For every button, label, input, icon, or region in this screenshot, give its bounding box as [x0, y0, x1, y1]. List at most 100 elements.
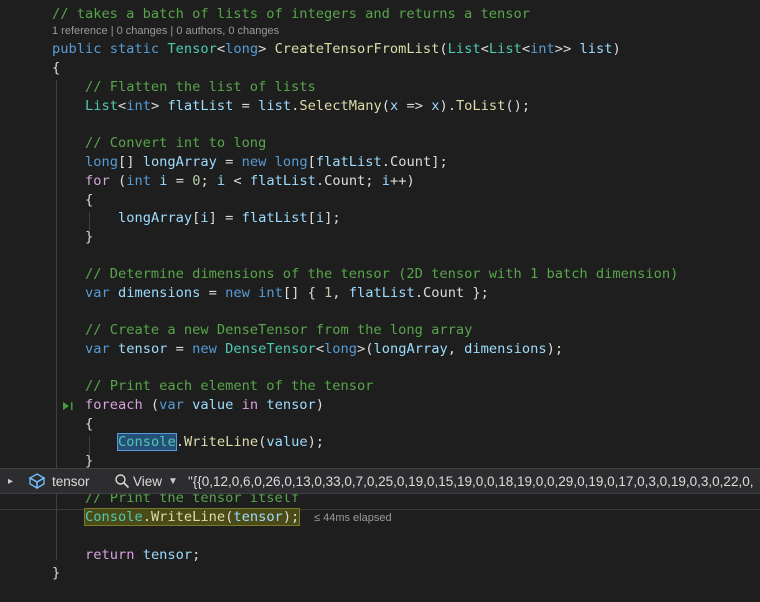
- punct: >(: [357, 341, 374, 357]
- punct: );: [307, 434, 325, 450]
- code-line: public static Tensor<long> CreateTensorF…: [0, 40, 760, 59]
- punct: .: [414, 285, 423, 301]
- punct: );: [546, 341, 564, 357]
- elapsed-time-hint: ≤ 44ms elapsed: [314, 512, 392, 524]
- punct: [: [307, 210, 316, 226]
- brace: }: [85, 453, 94, 469]
- comment: // Flatten the list of lists: [85, 79, 316, 95]
- variable: tensor: [142, 547, 193, 563]
- code-line: }: [0, 228, 760, 247]
- punct: .: [142, 509, 151, 525]
- comment: // Convert int to long: [85, 135, 267, 151]
- brace: {: [52, 60, 61, 76]
- keyword: long: [324, 341, 358, 357]
- chevron-right-icon[interactable]: ▸: [8, 476, 22, 487]
- punct: ] =: [208, 210, 242, 226]
- punct: .: [381, 154, 390, 170]
- punct: [: [307, 154, 316, 170]
- variable: tensor: [266, 397, 316, 413]
- code-editor[interactable]: // takes a batch of lists of integers an…: [0, 0, 760, 602]
- punct: ,: [332, 285, 349, 301]
- parameter: x: [389, 98, 399, 114]
- control-keyword: in: [241, 397, 259, 413]
- keyword: int: [126, 173, 151, 189]
- type: Tensor: [167, 41, 217, 57]
- keyword: int: [126, 98, 151, 114]
- code-line: // Print each element of the tensor: [0, 377, 760, 396]
- keyword: int: [258, 285, 283, 301]
- punct: >: [258, 41, 275, 57]
- punct: >: [150, 98, 168, 114]
- variable: longArray: [142, 154, 217, 170]
- variable: longArray: [373, 341, 448, 357]
- variable: flatList: [315, 154, 382, 170]
- variable: flatList: [249, 173, 316, 189]
- punct: ;: [200, 173, 217, 189]
- punct: (: [381, 98, 390, 114]
- parameter: list: [258, 98, 292, 114]
- code-line: {: [0, 59, 760, 78]
- control-keyword: for: [85, 173, 110, 189]
- punct: [] {: [282, 285, 325, 301]
- punct: (: [142, 397, 160, 413]
- code-line: for (int i = 0; i < flatList.Count; i++): [0, 172, 760, 191]
- control-keyword: foreach: [85, 397, 143, 413]
- punct: =: [233, 98, 259, 114]
- punct: =: [200, 285, 226, 301]
- brace: }: [52, 565, 61, 581]
- object-cube-icon: [28, 473, 46, 489]
- keyword: long: [225, 41, 259, 57]
- comment: // Create a new DenseTensor from the lon…: [85, 322, 473, 338]
- punct: =: [167, 341, 193, 357]
- punct: =: [167, 173, 193, 189]
- property: Count: [390, 154, 432, 170]
- keyword: long: [85, 154, 118, 170]
- punct: <: [480, 41, 489, 57]
- punct: =: [216, 154, 242, 170]
- codelens-info[interactable]: 1 reference | 0 changes | 0 authors, 0 c…: [52, 25, 279, 41]
- magnifier-icon: [115, 474, 130, 489]
- keyword: long: [274, 154, 308, 170]
- punct: ];: [431, 154, 448, 170]
- comment: // Determine dimensions of the tensor (2…: [85, 266, 679, 282]
- method-name: ToList: [455, 98, 506, 114]
- type: List: [488, 41, 522, 57]
- variable: i: [315, 210, 325, 226]
- punct: <: [225, 173, 250, 189]
- method-name: CreateTensorFromList: [274, 41, 440, 57]
- code-line: Console.WriteLine(value);: [0, 433, 760, 452]
- caret-down-icon[interactable]: ▼: [168, 476, 178, 487]
- variable: flatList: [167, 98, 234, 114]
- keyword: new: [241, 154, 267, 170]
- brace: {: [85, 416, 94, 432]
- variable: flatList: [348, 285, 415, 301]
- type-highlighted[interactable]: Console: [117, 433, 177, 451]
- keyword: new: [225, 285, 250, 301]
- punct: ();: [505, 98, 531, 114]
- punct: ).: [439, 98, 456, 114]
- code-line: // takes a batch of lists of integers an…: [0, 5, 760, 24]
- comment: // Print each element of the tensor: [85, 378, 374, 394]
- punct: =>: [398, 98, 432, 114]
- brace: }: [85, 229, 94, 245]
- current-statement[interactable]: Console.WriteLine(tensor);: [83, 508, 301, 526]
- punct: >>: [554, 41, 580, 57]
- datatip-value[interactable]: "{{0,12,0,6,0,26,0,13,0,33,0,7,0,25,0,19…: [188, 474, 760, 489]
- method-name: WriteLine: [183, 434, 259, 450]
- brace: {: [85, 192, 94, 208]
- keyword: var: [159, 397, 184, 413]
- punct: ;: [365, 173, 382, 189]
- punct: );: [282, 509, 300, 525]
- visualizer-view-button[interactable]: View ▼: [114, 473, 178, 489]
- punct: []: [117, 154, 143, 170]
- code-line: return tensor;: [0, 546, 760, 565]
- datatip-variable-name: tensor: [52, 473, 90, 489]
- debugger-datatip[interactable]: ▸ tensor View ▼ "{{0,12,0,6,0,26,0,13,0,…: [0, 468, 760, 494]
- punct: };: [464, 285, 489, 301]
